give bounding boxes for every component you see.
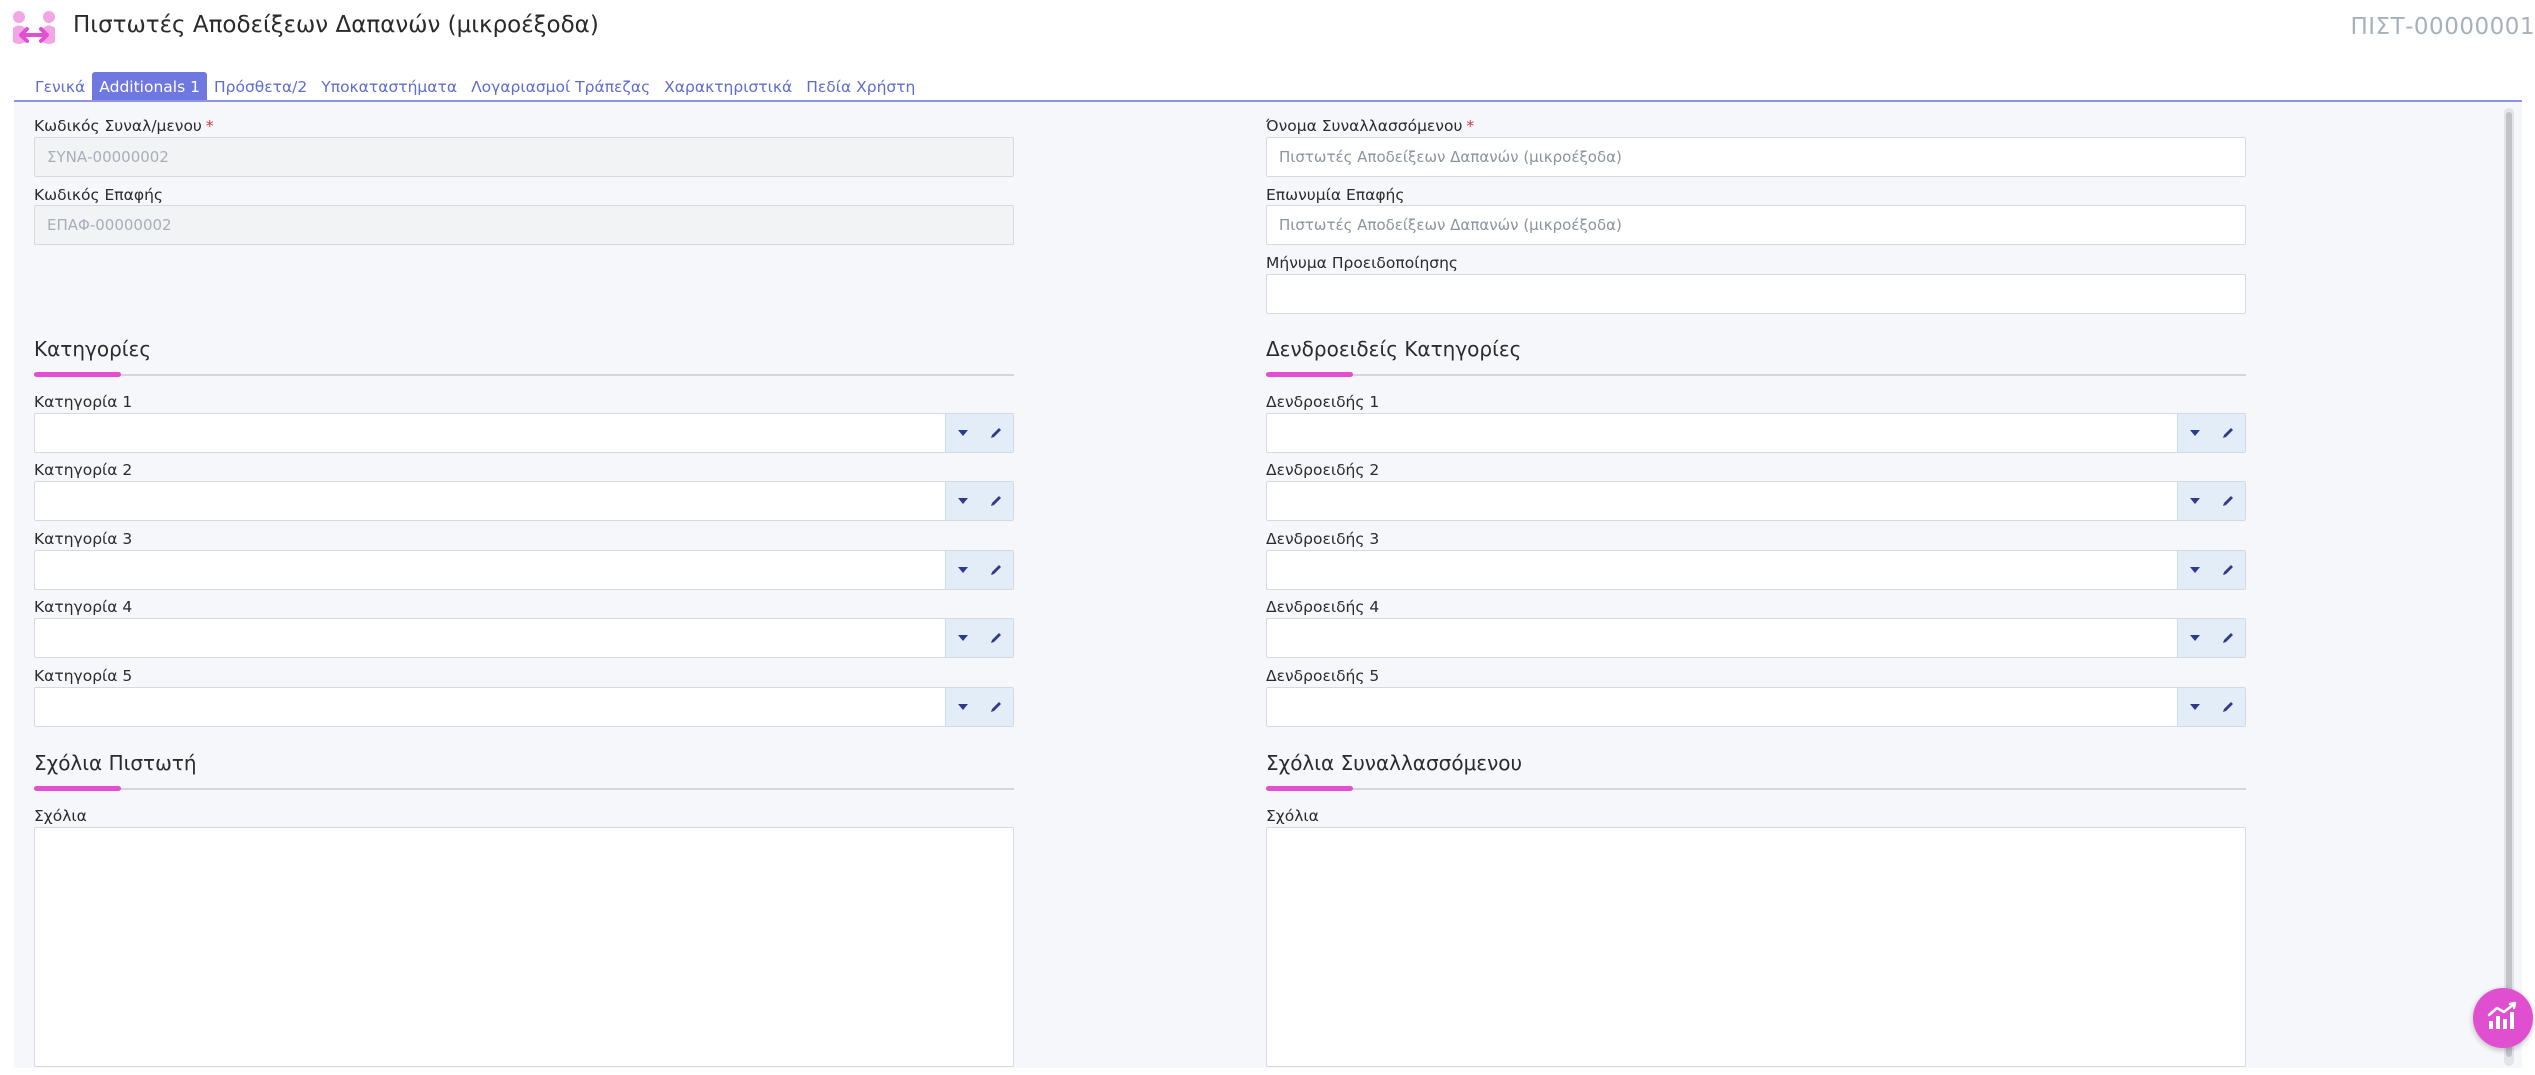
- tab-additionals-1[interactable]: Additionals 1: [92, 72, 207, 101]
- pencil-icon[interactable]: [979, 619, 1013, 657]
- section-accent: [1266, 786, 1353, 791]
- tree-category-1-label: Δενδροειδής 1: [1266, 393, 1380, 411]
- caret-down-icon[interactable]: [945, 482, 979, 520]
- caret-down-icon[interactable]: [2177, 688, 2211, 726]
- tab-characteristics[interactable]: Χαρακτηριστικά: [657, 72, 799, 101]
- app-header: Πιστωτές Αποδείξεων Δαπανών (μικροέξοδα)…: [0, 0, 2535, 62]
- trader-code-field: ΣΥΝΑ-00000002: [34, 137, 1014, 177]
- category-3-label: Κατηγορία 3: [34, 530, 133, 548]
- pencil-icon[interactable]: [979, 414, 1013, 452]
- trader-name-field[interactable]: Πιστωτές Αποδείξεων Δαπανών (μικροέξοδα): [1266, 137, 2246, 177]
- scrollbar-thumb[interactable]: [2506, 112, 2512, 1057]
- caret-down-icon[interactable]: [945, 551, 979, 589]
- pencil-icon[interactable]: [2211, 619, 2245, 657]
- category-3-combobox[interactable]: [34, 550, 1014, 590]
- section-accent: [1266, 372, 1353, 377]
- creditor-comments-textarea[interactable]: [34, 827, 1014, 1067]
- pencil-icon[interactable]: [2211, 414, 2245, 452]
- tree-category-3-label: Δενδροειδής 3: [1266, 530, 1380, 548]
- caret-down-icon[interactable]: [945, 619, 979, 657]
- record-code: ΠΙΣΤ-00000001: [2350, 14, 2535, 40]
- tab-branches[interactable]: Υποκαταστήματα: [314, 72, 464, 101]
- chart-line-icon: [2486, 1001, 2520, 1035]
- pencil-icon[interactable]: [2211, 688, 2245, 726]
- categories-section-title: Κατηγορίες: [34, 337, 152, 361]
- creditor-comments-section-title: Σχόλια Πιστωτή: [34, 751, 197, 775]
- section-divider: [1266, 788, 2246, 790]
- pencil-icon[interactable]: [979, 688, 1013, 726]
- warning-message-label: Μήνυμα Προειδοποίησης: [1266, 254, 1459, 272]
- category-2-combobox[interactable]: [34, 481, 1014, 521]
- category-4-label: Κατηγορία 4: [34, 598, 133, 616]
- tree-category-2-combobox[interactable]: [1266, 481, 2246, 521]
- category-5-label: Κατηγορία 5: [34, 667, 133, 685]
- category-1-combobox[interactable]: [34, 413, 1014, 453]
- contact-code-label: Κωδικός Επαφής: [34, 186, 164, 204]
- section-divider: [34, 788, 1014, 790]
- analytics-fab-button[interactable]: [2473, 988, 2533, 1048]
- tree-category-3-combobox[interactable]: [1266, 550, 2246, 590]
- contact-name-label: Επωνυμία Επαφής: [1266, 186, 1405, 204]
- tab-user-fields[interactable]: Πεδία Χρήστη: [799, 72, 922, 101]
- caret-down-icon[interactable]: [945, 688, 979, 726]
- pencil-icon[interactable]: [979, 482, 1013, 520]
- contact-name-field[interactable]: Πιστωτές Αποδείξεων Δαπανών (μικροέξοδα): [1266, 205, 2246, 245]
- tab-additionals-2[interactable]: Πρόσθετα/2: [207, 72, 314, 101]
- pencil-icon[interactable]: [2211, 482, 2245, 520]
- page-title: Πιστωτές Αποδείξεων Δαπανών (μικροέξοδα): [73, 12, 599, 38]
- pencil-icon[interactable]: [2211, 551, 2245, 589]
- pencil-icon[interactable]: [979, 551, 1013, 589]
- category-5-combobox[interactable]: [34, 687, 1014, 727]
- section-divider: [34, 374, 1014, 376]
- creditor-comments-label: Σχόλια: [34, 807, 87, 825]
- handshake-logo-icon: [10, 8, 58, 54]
- tree-categories-section-title: Δενδροειδείς Κατηγορίες: [1266, 337, 1522, 361]
- contact-code-field: ΕΠΑΦ-00000002: [34, 205, 1014, 245]
- warning-message-field[interactable]: [1266, 274, 2246, 314]
- section-divider: [1266, 374, 2246, 376]
- trader-code-label: Κωδικός Συναλ/μενου *: [34, 117, 214, 135]
- tree-category-4-combobox[interactable]: [1266, 618, 2246, 658]
- tab-bar: Γενικά Additionals 1 Πρόσθετα/2 Υποκατασ…: [28, 72, 922, 101]
- tree-category-5-label: Δενδροειδής 5: [1266, 667, 1380, 685]
- category-2-label: Κατηγορία 2: [34, 461, 133, 479]
- tab-bank-accounts[interactable]: Λογαριασμοί Τράπεζας: [464, 72, 657, 101]
- section-accent: [34, 372, 121, 377]
- caret-down-icon[interactable]: [2177, 482, 2211, 520]
- caret-down-icon[interactable]: [945, 414, 979, 452]
- caret-down-icon[interactable]: [2177, 414, 2211, 452]
- tree-category-5-combobox[interactable]: [1266, 687, 2246, 727]
- trader-comments-textarea[interactable]: [1266, 827, 2246, 1067]
- tree-category-2-label: Δενδροειδής 2: [1266, 461, 1380, 479]
- tree-category-1-combobox[interactable]: [1266, 413, 2246, 453]
- caret-down-icon[interactable]: [2177, 619, 2211, 657]
- trader-name-label: Όνομα Συναλλασσόμενου *: [1266, 117, 1475, 135]
- tree-category-4-label: Δενδροειδής 4: [1266, 598, 1380, 616]
- trader-comments-label: Σχόλια: [1266, 807, 1319, 825]
- tab-general[interactable]: Γενικά: [28, 72, 92, 101]
- trader-comments-section-title: Σχόλια Συναλλασσόμενου: [1266, 751, 1523, 775]
- category-4-combobox[interactable]: [34, 618, 1014, 658]
- caret-down-icon[interactable]: [2177, 551, 2211, 589]
- category-1-label: Κατηγορία 1: [34, 393, 133, 411]
- section-accent: [34, 786, 121, 791]
